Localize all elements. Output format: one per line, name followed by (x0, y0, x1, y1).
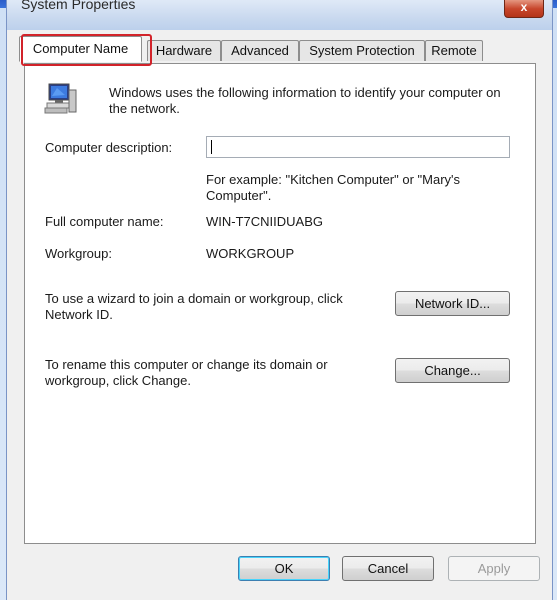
close-button[interactable]: x (504, 0, 544, 18)
workgroup-label: Workgroup: (45, 246, 112, 261)
computer-icon (43, 82, 79, 116)
cancel-button[interactable]: Cancel (342, 556, 434, 581)
tab-advanced[interactable]: Advanced (221, 40, 299, 61)
computer-name-panel: Windows uses the following information t… (24, 63, 536, 544)
workgroup-value: WORKGROUP (206, 246, 295, 261)
system-properties-window: System Properties x Computer Name Hardwa… (6, 0, 553, 600)
full-computer-name-label: Full computer name: (45, 214, 164, 229)
computer-description-label: Computer description: (45, 140, 173, 155)
apply-button[interactable]: Apply (448, 556, 540, 581)
tab-remote[interactable]: Remote (425, 40, 483, 61)
intro-text: Windows uses the following information t… (109, 85, 501, 116)
network-id-button[interactable]: Network ID... (395, 291, 510, 316)
tab-system-protection[interactable]: System Protection (299, 40, 425, 61)
computer-description-input[interactable] (206, 136, 510, 158)
full-computer-name-value: WIN-T7CNIIDUABG (206, 214, 323, 229)
tab-highlight-box (21, 34, 152, 66)
window-title: System Properties (21, 0, 136, 12)
change-button[interactable]: Change... (395, 358, 510, 383)
title-bar: System Properties x (7, 0, 552, 30)
text-caret (211, 140, 212, 154)
network-id-text: To use a wizard to join a domain or work… (45, 291, 343, 322)
rename-text: To rename this computer or change its do… (45, 357, 328, 388)
ok-button[interactable]: OK (238, 556, 330, 581)
description-example: For example: "Kitchen Computer" or "Mary… (206, 172, 461, 203)
tab-hardware[interactable]: Hardware (147, 40, 221, 61)
